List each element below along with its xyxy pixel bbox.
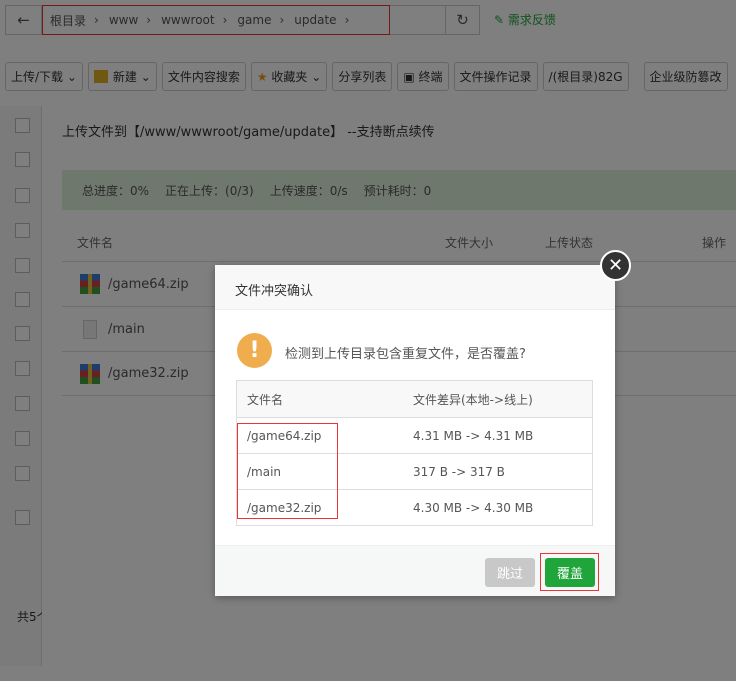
dialog-message: 检测到上传目录包含重复文件，是否覆盖?: [285, 347, 526, 362]
close-icon[interactable]: ✕: [600, 250, 631, 281]
warning-icon: !: [237, 333, 272, 368]
highlight-box: [237, 423, 338, 519]
table-header: 文件名 文件差异(本地->线上): [237, 381, 592, 417]
highlight-box: [540, 553, 599, 591]
skip-button[interactable]: 跳过: [485, 558, 535, 587]
dialog-title: 文件冲突确认: [215, 265, 615, 310]
conflict-dialog: 文件冲突确认 ! 检测到上传目录包含重复文件，是否覆盖? 文件名 文件差异(本地-…: [215, 265, 615, 596]
dialog-footer: 跳过 覆盖: [215, 545, 615, 596]
